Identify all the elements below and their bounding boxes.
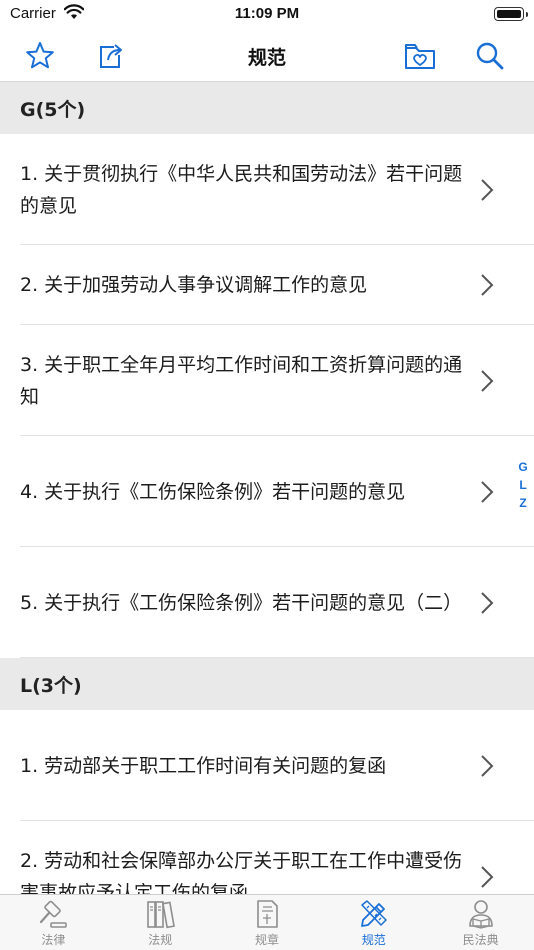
regulation-document-icon xyxy=(250,899,284,929)
list-item-title: 4. 关于执行《工伤保险条例》若干问题的意见 xyxy=(20,480,406,503)
search-icon[interactable] xyxy=(472,38,508,74)
favorites-folder-icon[interactable] xyxy=(402,38,438,74)
tab-bar: 法律 法规 规章 规范 民法典 xyxy=(0,894,534,950)
list-item[interactable]: 2. 关于加强劳动人事争议调解工作的意见 xyxy=(0,245,534,325)
tab-norms[interactable]: 规范 xyxy=(320,895,427,950)
status-bar: Carrier 11:09 PM xyxy=(0,0,534,30)
tab-label: 法规 xyxy=(148,933,173,947)
list-item-title: 1. 劳动部关于职工工作时间有关问题的复函 xyxy=(20,754,387,777)
tab-label: 规范 xyxy=(361,933,386,947)
chevron-right-icon xyxy=(481,591,494,614)
chevron-right-icon xyxy=(481,754,494,777)
list-item[interactable]: 2. 劳动和社会保障部办公厅关于职工在工作中遭受伤害事故应予认定工伤的复函 xyxy=(0,821,534,894)
tab-regulations[interactable]: 法规 xyxy=(107,895,214,950)
books-icon xyxy=(143,899,177,929)
section-index-bar[interactable]: G L Z xyxy=(516,458,530,512)
index-letter-g[interactable]: G xyxy=(518,458,527,476)
list-item[interactable]: 1. 关于贯彻执行《中华人民共和国劳动法》若干问题的意见 xyxy=(0,134,534,245)
list-item-title: 5. 关于执行《工伤保险条例》若干问题的意见（二） xyxy=(20,591,463,614)
chevron-right-icon xyxy=(481,178,494,201)
page-title: 规范 xyxy=(247,47,286,69)
pencil-ruler-icon xyxy=(357,899,391,929)
list-item-title: 2. 关于加强劳动人事争议调解工作的意见 xyxy=(20,274,368,296)
chevron-right-icon xyxy=(481,865,494,888)
regulation-list[interactable]: G(5个) 1. 关于贯彻执行《中华人民共和国劳动法》若干问题的意见 2. 关于… xyxy=(0,82,534,894)
tab-label: 规章 xyxy=(254,933,279,947)
list-item-title: 1. 关于贯彻执行《中华人民共和国劳动法》若干问题的意见 xyxy=(20,162,463,217)
list-item-title: 2. 劳动和社会保障部办公厅关于职工在工作中遭受伤害事故应予认定工伤的复函 xyxy=(20,849,463,895)
tab-civil-code[interactable]: 民法典 xyxy=(427,895,534,950)
chevron-right-icon xyxy=(481,274,494,296)
tab-rules[interactable]: 规章 xyxy=(214,895,321,950)
list-item[interactable]: 1. 劳动部关于职工工作时间有关问题的复函 xyxy=(0,710,534,821)
status-time: 11:09 PM xyxy=(234,5,300,22)
chevron-right-icon xyxy=(481,480,494,503)
index-letter-l[interactable]: L xyxy=(519,476,526,494)
battery-icon xyxy=(494,7,528,21)
list-item[interactable]: 4. 关于执行《工伤保险条例》若干问题的意见 xyxy=(0,436,534,547)
chevron-right-icon xyxy=(481,369,494,392)
section-header-l: L(3个) xyxy=(0,658,534,710)
index-letter-z[interactable]: Z xyxy=(519,494,526,512)
reader-person-icon xyxy=(464,899,498,929)
tab-label: 法律 xyxy=(41,933,66,947)
tab-laws[interactable]: 法律 xyxy=(0,895,107,950)
list-item[interactable]: 5. 关于执行《工伤保险条例》若干问题的意见（二） xyxy=(0,547,534,658)
tab-label: 民法典 xyxy=(462,933,499,947)
list-item-title: 3. 关于职工全年月平均工作时间和工资折算问题的通知 xyxy=(20,353,463,408)
navigation-bar: 规范 xyxy=(0,30,534,82)
section-header-g: G(5个) xyxy=(0,82,534,134)
gavel-icon xyxy=(36,899,70,929)
list-item[interactable]: 3. 关于职工全年月平均工作时间和工资折算问题的通知 xyxy=(0,325,534,436)
